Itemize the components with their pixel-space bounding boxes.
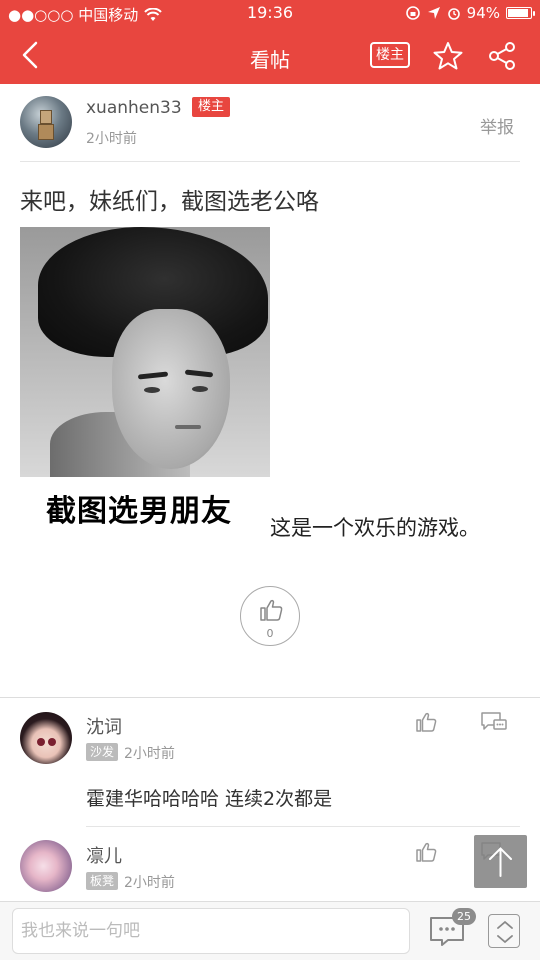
post-like-button[interactable]: 0	[240, 586, 300, 646]
commenter-avatar[interactable]	[20, 712, 72, 764]
image-caption: 截图选男朋友	[46, 494, 232, 529]
author-avatar[interactable]	[20, 96, 72, 148]
author-name[interactable]: xuanhen33	[86, 98, 182, 118]
post-body-text: 这是一个欢乐的游戏。	[270, 516, 480, 540]
post-time: 2小时前	[86, 131, 137, 147]
comment-like-icon[interactable]	[414, 840, 438, 864]
post-title: 来吧，妹纸们，截图选老公咯	[20, 189, 319, 215]
floor-badge: 沙发	[86, 743, 119, 761]
battery-percent: 94%	[466, 4, 500, 22]
avatar-figure-body	[38, 124, 54, 140]
divider	[86, 826, 520, 827]
top-bar: ●●○○○ 中国移动 19:36 94% 看帖 楼主	[0, 0, 540, 84]
post-like-count: 0	[266, 627, 274, 640]
commenter-avatar[interactable]	[20, 840, 72, 892]
comment-time: 2小时前	[124, 875, 175, 891]
share-icon[interactable]	[486, 40, 518, 72]
comment-input[interactable]	[12, 908, 410, 954]
divider	[20, 161, 520, 162]
comment-reply-icon[interactable]	[480, 710, 508, 734]
owner-badge: 楼主	[192, 97, 231, 117]
divider	[0, 697, 540, 698]
battery-icon	[506, 7, 535, 19]
page-jump-button[interactable]	[488, 914, 520, 948]
comment-like-icon[interactable]	[414, 710, 438, 734]
location-arrow-icon	[427, 7, 440, 19]
commenter-name[interactable]: 沈词	[86, 713, 122, 739]
scroll-to-top-button[interactable]	[474, 835, 527, 888]
status-right: 94%	[405, 4, 535, 22]
chevron-up-down-icon	[497, 920, 513, 944]
floor-badge: 板凳	[86, 872, 119, 890]
bottom-bar: 25	[0, 901, 540, 960]
star-icon[interactable]	[432, 40, 464, 72]
nav-bar: 看帖 楼主	[0, 28, 540, 84]
thumbs-up-icon	[260, 599, 283, 621]
comment-content: 霍建华哈哈哈哈 连续2次都是	[86, 788, 333, 810]
avatar-figure	[40, 110, 52, 124]
status-bar: ●●○○○ 中国移动 19:36 94%	[0, 0, 540, 28]
alarm-icon	[447, 8, 460, 20]
comment-time: 2小时前	[124, 746, 175, 762]
owner-only-button[interactable]: 楼主	[370, 42, 410, 68]
post-image[interactable]	[20, 227, 270, 477]
rotation-lock-icon	[405, 6, 420, 20]
arrow-up-icon	[489, 847, 512, 877]
report-link[interactable]: 举报	[480, 113, 514, 138]
comment-count-badge: 25	[452, 908, 476, 925]
commenter-name[interactable]: 凛儿	[86, 842, 122, 868]
